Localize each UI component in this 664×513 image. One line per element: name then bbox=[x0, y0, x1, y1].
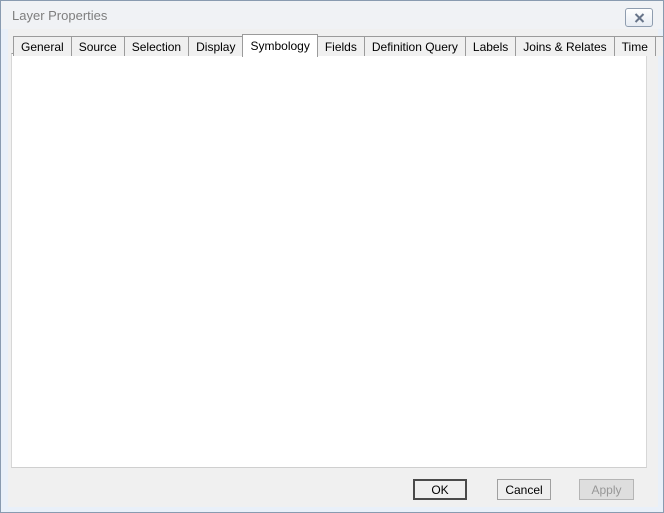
title-bar: Layer Properties bbox=[1, 1, 663, 29]
tab-symbology[interactable]: Symbology bbox=[242, 34, 317, 57]
tab-html-popup[interactable]: HTML Popup bbox=[655, 36, 664, 56]
window-title: Layer Properties bbox=[12, 8, 107, 23]
close-button[interactable] bbox=[625, 8, 653, 27]
tab-source[interactable]: Source bbox=[71, 36, 125, 56]
ok-button[interactable]: OK bbox=[413, 479, 467, 500]
tab-fields[interactable]: Fields bbox=[317, 36, 365, 56]
tab-time[interactable]: Time bbox=[614, 36, 656, 56]
tab-definition-query[interactable]: Definition Query bbox=[364, 36, 466, 56]
tab-labels[interactable]: Labels bbox=[465, 36, 516, 56]
cancel-button[interactable]: Cancel bbox=[497, 479, 551, 500]
tab-general[interactable]: General bbox=[13, 36, 72, 56]
symbology-tab-page bbox=[11, 53, 647, 468]
layer-properties-dialog: Layer Properties General Source Selectio… bbox=[0, 0, 664, 513]
close-icon bbox=[634, 13, 645, 23]
tab-display[interactable]: Display bbox=[188, 36, 243, 56]
apply-button[interactable]: Apply bbox=[579, 479, 634, 500]
tab-selection[interactable]: Selection bbox=[124, 36, 189, 56]
tab-joins-relates[interactable]: Joins & Relates bbox=[515, 36, 614, 56]
tab-strip: General Source Selection Display Symbolo… bbox=[13, 34, 664, 56]
